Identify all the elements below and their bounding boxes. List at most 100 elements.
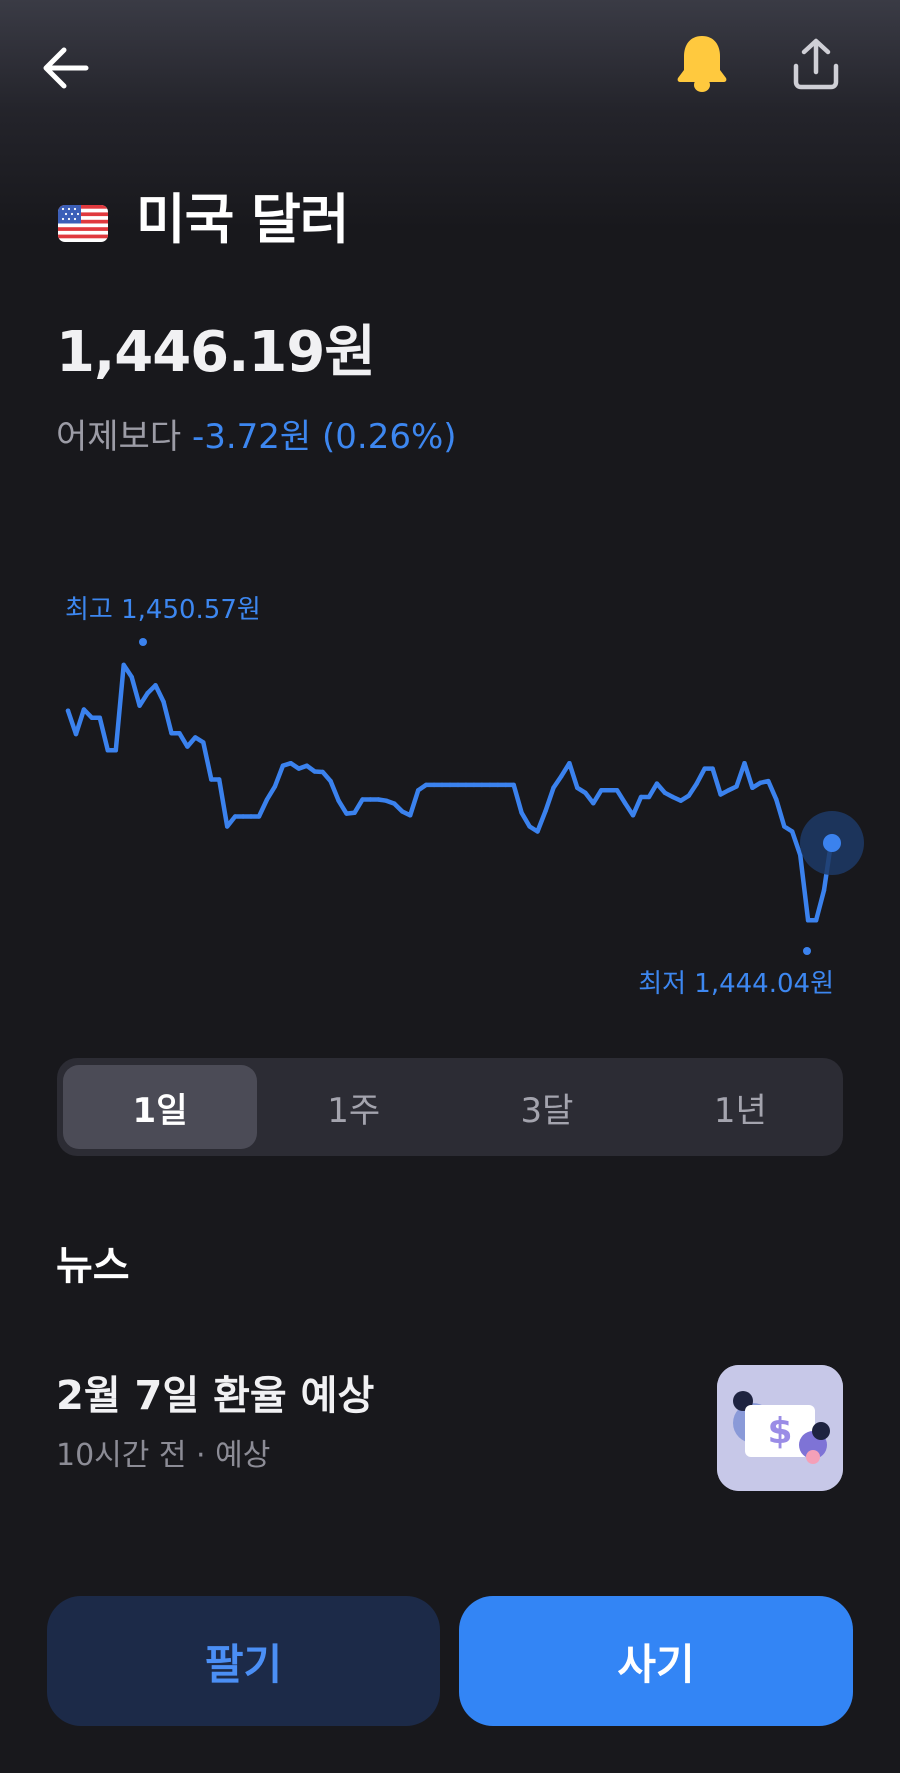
data-point	[153, 683, 158, 688]
data-point	[344, 811, 349, 816]
tab-1-day[interactable]: 1일	[63, 1065, 257, 1149]
data-point	[81, 707, 87, 712]
tab-1-week[interactable]: 1주	[257, 1065, 450, 1149]
price-chart[interactable]: 최고 1,450.57원 최저 1,444.04원	[0, 590, 900, 1010]
arrow-left-icon	[43, 47, 89, 89]
data-point	[360, 797, 365, 802]
data-point	[400, 809, 405, 814]
data-point	[774, 797, 779, 802]
data-point	[312, 769, 317, 774]
data-point	[129, 674, 134, 680]
data-point	[543, 808, 548, 814]
data-point	[177, 731, 182, 736]
data-point	[662, 790, 668, 795]
data-point	[431, 782, 437, 788]
data-point	[718, 792, 723, 797]
us-flag-icon	[58, 205, 108, 242]
data-point	[694, 781, 699, 786]
back-button[interactable]	[38, 40, 94, 96]
data-point	[463, 782, 469, 788]
data-point	[304, 763, 309, 768]
data-point	[65, 708, 71, 713]
data-point	[678, 798, 683, 803]
data-point	[137, 703, 142, 708]
data-point	[169, 731, 174, 736]
data-point	[217, 777, 222, 782]
tab-3-months[interactable]: 3달	[450, 1065, 643, 1149]
data-point	[161, 699, 166, 704]
data-point	[97, 715, 103, 720]
data-point	[726, 788, 731, 793]
data-point	[272, 784, 278, 789]
data-point	[296, 766, 301, 771]
data-point	[790, 829, 795, 834]
data-point	[113, 748, 119, 753]
tab-1-year[interactable]: 1년	[644, 1065, 837, 1149]
data-point	[248, 814, 254, 819]
buy-button[interactable]: 사기	[459, 1596, 853, 1726]
data-point	[750, 785, 755, 790]
data-point	[280, 763, 286, 768]
data-point	[607, 788, 612, 793]
data-point	[320, 769, 325, 775]
data-point	[495, 782, 500, 788]
data-point	[328, 778, 333, 784]
data-point	[511, 782, 516, 788]
data-point	[201, 740, 206, 745]
sell-button[interactable]: 팔기	[47, 1596, 440, 1726]
share-upload-icon	[793, 38, 839, 90]
data-point	[416, 788, 421, 793]
data-point	[121, 662, 126, 668]
currency-name: 미국 달러	[136, 188, 350, 251]
news-meta: 10시간 전 · 예상	[56, 1438, 271, 1473]
change-label: 어제보다	[56, 417, 182, 457]
data-point	[782, 824, 787, 829]
data-point	[670, 794, 675, 800]
data-point	[630, 813, 636, 818]
data-point	[758, 780, 763, 785]
data-point	[583, 790, 588, 795]
data-point	[209, 777, 214, 782]
current-point	[823, 834, 841, 852]
data-point	[232, 814, 238, 819]
price-change-row: 어제보다 -3.72원 (0.26%)	[56, 415, 457, 459]
dollar-bill-illustration-icon: $	[717, 1365, 843, 1491]
data-point	[766, 778, 771, 784]
data-point	[821, 888, 827, 893]
data-point	[384, 798, 389, 803]
data-point	[408, 813, 413, 818]
data-point	[264, 797, 270, 802]
share-button[interactable]	[788, 36, 844, 92]
data-point	[599, 788, 604, 793]
current-price: 1,446.19원	[56, 320, 376, 385]
data-point	[368, 797, 373, 802]
data-point	[519, 810, 524, 815]
news-title: 2월 7일 환율 예상	[56, 1373, 375, 1419]
data-point	[471, 782, 477, 788]
news-item[interactable]: 2월 7일 환율 예상 10시간 전 · 예상 $	[56, 1360, 846, 1495]
data-point	[455, 782, 461, 788]
data-point	[686, 793, 691, 798]
data-point	[638, 794, 644, 800]
data-point	[447, 782, 453, 788]
high-label: 최고 1,450.57원	[65, 595, 261, 625]
data-point	[479, 782, 484, 788]
data-point	[646, 794, 652, 800]
data-point	[567, 761, 572, 766]
data-point	[439, 782, 445, 788]
data-point	[376, 797, 381, 802]
data-point	[73, 731, 79, 737]
alert-button[interactable]	[673, 32, 731, 94]
data-point	[193, 735, 198, 740]
change-value: -3.72원 (0.26%)	[191, 417, 457, 457]
range-tabs: 1일 1주 3달 1년	[57, 1058, 843, 1156]
data-point	[352, 810, 357, 815]
data-point	[575, 785, 580, 790]
data-point	[392, 801, 397, 806]
series-line	[65, 662, 835, 923]
data-point	[654, 781, 660, 786]
data-point	[423, 782, 429, 788]
low-label: 최저 1,444.04원	[638, 969, 834, 999]
data-point	[256, 814, 262, 819]
data-point	[559, 773, 564, 779]
